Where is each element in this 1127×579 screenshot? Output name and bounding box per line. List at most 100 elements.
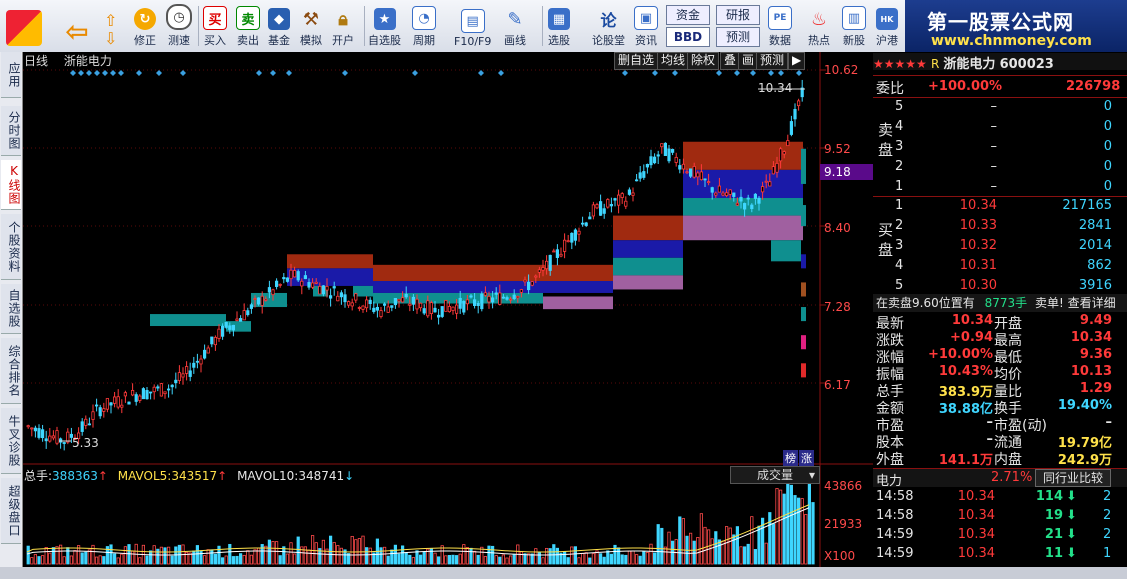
buy-side-label: 买盘	[878, 221, 894, 259]
f10-button[interactable]: ▤ F10/F9	[454, 4, 491, 48]
hotspot-button[interactable]: ♨ 热点	[808, 4, 830, 48]
stat-value: +10.00%	[927, 347, 993, 362]
exright-button[interactable]: 除权	[687, 52, 720, 70]
tick-time: 14:58	[876, 489, 914, 504]
volume-header: 总手:388363↑ MAVOL5:343517↑ MAVOL10:348741…	[24, 469, 355, 483]
tick-count: 2	[1103, 527, 1112, 542]
down-arrow-icon: ⬇	[1066, 546, 1077, 561]
tick-volume: 114	[1035, 489, 1063, 504]
peer-compare-button[interactable]: 同行业比较	[1035, 469, 1111, 487]
forecast-button[interactable]: 预测	[756, 52, 789, 70]
pencil-icon: ✎	[507, 8, 523, 30]
remove-watchlist-button[interactable]: 删自选	[614, 52, 659, 70]
buy-volume: 2841	[1078, 218, 1112, 233]
sector-name[interactable]: 电力	[876, 470, 902, 489]
vol-unit: X100	[824, 549, 856, 563]
weibi-value: +100.00%	[928, 79, 1003, 94]
sell-icon: 卖	[236, 6, 260, 30]
side-tab-intraday[interactable]: 分时图	[1, 106, 21, 156]
high-marker: 10.34	[758, 81, 793, 95]
quote-stock-code: 600023	[999, 57, 1054, 72]
down-arrow-icon: ⬇	[1066, 489, 1077, 504]
side-tab-kline[interactable]: K线图	[1, 160, 21, 210]
up-arrow-icon: ⇧	[104, 11, 118, 30]
indicator-dropdown[interactable]: 成交量 ▾	[730, 466, 820, 484]
zijin-button[interactable]: 资金	[666, 5, 710, 25]
draw-line-button[interactable]: ✎ 画线	[504, 4, 526, 48]
banner-title: 第一股票公式网	[927, 10, 1074, 34]
simulate-button[interactable]: ⚒ 模拟	[300, 4, 322, 48]
stat-value: 10.43%	[938, 364, 993, 379]
news-button[interactable]: ▣ 资讯	[634, 4, 658, 48]
up-arrow-icon: ↑	[97, 469, 108, 483]
sell-volume: 0	[1103, 119, 1112, 134]
side-tab-watchlist[interactable]: 自选股	[1, 284, 21, 334]
tick-count: 2	[1103, 489, 1112, 504]
hk-icon: HK	[876, 8, 898, 30]
mavol5-value: 343517	[171, 469, 218, 483]
sell-level-4: 4	[895, 119, 904, 134]
pe-icon: PE	[768, 6, 792, 30]
tick-volume: 21	[1044, 527, 1063, 542]
kline-chart[interactable]	[23, 52, 873, 567]
stat-value-2: 9.36	[1079, 347, 1112, 362]
stat-value: 10.34	[951, 313, 993, 328]
stat-value-2: 1.29	[1079, 381, 1112, 396]
ma-button[interactable]: 均线	[657, 52, 690, 70]
new-stock-button[interactable]: ▥ 新股	[842, 4, 866, 48]
current-price-tag: 9.18	[824, 165, 851, 179]
cesu-button[interactable]: ◷ 测速	[166, 4, 192, 48]
buy-price: 10.31	[959, 258, 997, 273]
bang-tag[interactable]: 榜	[783, 450, 798, 466]
fund-button[interactable]: ◆ 基金	[268, 4, 290, 48]
down-arrow-icon: ⬇	[1066, 508, 1077, 523]
down-arrow-icon: ↓	[344, 469, 355, 483]
app-logo-icon[interactable]	[6, 4, 42, 48]
yanbao-button[interactable]: 研报	[716, 5, 760, 25]
draw-button[interactable]: 画	[738, 52, 759, 70]
data-button[interactable]: PE 数据	[768, 4, 792, 48]
xiuzheng-button[interactable]: ↻ 修正	[134, 4, 156, 48]
price-tick-1: 10.62	[824, 63, 859, 77]
side-tab-profile[interactable]: 个股资料	[1, 214, 21, 280]
forum-button[interactable]: 论 论股堂	[592, 4, 625, 48]
buy-level-2: 2	[895, 218, 904, 233]
clock-icon: ◷	[166, 4, 192, 30]
side-tab-app[interactable]: 应用	[1, 52, 21, 98]
star-folder-icon: ★	[373, 8, 396, 30]
buy-level-4: 4	[895, 258, 904, 273]
sell-level-1: 1	[895, 179, 904, 194]
low-marker: 5.33	[72, 436, 99, 450]
new-stock-icon: ▥	[842, 6, 866, 30]
sell-price: –	[990, 179, 998, 194]
side-tab-ranking[interactable]: 综合排名	[1, 338, 21, 404]
period-button[interactable]: ◔ 周期	[412, 4, 436, 48]
stock-pick-button[interactable]: ▦ 选股	[548, 4, 570, 48]
down-arrow-icon: ⇩	[104, 29, 118, 48]
stat-label: 外盘	[876, 452, 904, 468]
side-tab-super-order[interactable]: 超级盘口	[1, 478, 21, 544]
big-order-notice[interactable]: 在卖盘9.60位置有 8773手 卖单! 查看详细	[873, 294, 1127, 312]
chart-header: 日线 浙能电力	[24, 52, 112, 69]
back-arrow-icon: ⇦	[65, 14, 89, 48]
overlay-button[interactable]: 叠	[720, 52, 741, 70]
open-account-button[interactable]: 🔒︎ 开户	[332, 4, 354, 48]
watchlist-button[interactable]: ★ 自选股	[368, 4, 401, 48]
panel-toggle-icon[interactable]: ▶︎	[788, 52, 806, 70]
period-label[interactable]: 日线	[24, 54, 48, 68]
lock-icon: 🔒︎	[338, 8, 348, 30]
buy-level-5: 5	[895, 278, 904, 293]
quote-panel: ★★★★★ R 浙能电力 600023 委比 +100.00% 226798 卖…	[873, 52, 1127, 567]
side-tab-diagnose[interactable]: 牛叉诊股	[1, 408, 21, 474]
buy-button[interactable]: 买 买入	[203, 4, 227, 48]
stat-value-2: 242.9万	[1057, 453, 1112, 468]
sell-button[interactable]: 卖 卖出	[236, 4, 260, 48]
stat-value: –	[986, 432, 994, 447]
bbd-button[interactable]: BBD	[666, 27, 710, 47]
up-down-button[interactable]: ⇧ ⇩	[104, 4, 117, 48]
buy-volume: 2014	[1078, 238, 1112, 253]
yuce-button[interactable]: 预测	[716, 27, 760, 47]
back-button[interactable]: ⇦	[62, 4, 92, 48]
zhang-tag[interactable]: 涨	[799, 450, 814, 466]
hk-connect-button[interactable]: HK 沪港	[876, 4, 898, 48]
